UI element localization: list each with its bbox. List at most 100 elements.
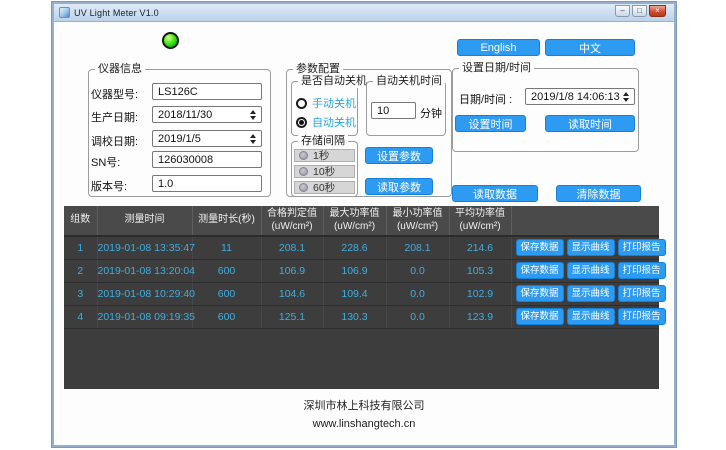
device-info-title: 仪器信息 [95,63,145,76]
show-curve-button[interactable]: 显示曲线 [567,239,615,256]
row-actions: 保存数据显示曲线打印报告 [511,305,659,328]
cell: 2019-01-08 13:20:04 [97,259,192,282]
cell: 0.0 [386,282,449,305]
title-bar[interactable]: UV Light Meter V1.0 – □ × [54,4,674,22]
spinner-arrows-icon[interactable] [248,131,258,146]
client-area: English 中文 仪器信息 仪器型号: LS126C 生产日期: 2018/… [54,22,674,445]
cell: 102.9 [449,282,511,305]
version-label: 版本号: [91,178,127,194]
english-button[interactable]: English [457,39,540,56]
production-date-spinner[interactable]: 2018/11/30 [152,106,262,123]
website-link[interactable]: www.linshangtech.cn [54,418,674,430]
col-header-time: 测量时间 [97,206,192,236]
cell: 600 [192,305,261,328]
cell: 105.3 [449,259,511,282]
app-window: UV Light Meter V1.0 – □ × English 中文 仪器信… [52,2,676,447]
cell: 123.9 [449,305,511,328]
app-icon [59,7,70,18]
print-report-button[interactable]: 打印报告 [618,262,666,279]
maximize-button[interactable]: □ [632,5,647,17]
storage-interval-title: 存储间隔 [298,135,348,148]
minimize-icon: – [620,7,624,15]
cell: 109.4 [323,282,386,305]
window-title: UV Light Meter V1.0 [74,8,159,18]
show-curve-button[interactable]: 显示曲线 [567,262,615,279]
cell: 106.9 [261,259,323,282]
calibration-date-label: 调校日期: [91,133,138,149]
datetime-label: 日期/时间 : [459,91,512,107]
cell: 4 [64,305,97,328]
row-actions: 保存数据显示曲线打印报告 [511,282,659,305]
radio-auto-off[interactable]: 自动关机 [296,114,356,130]
table-header-row: 组数 测量时间 测量时长(秒) 合格判定值(uW/cm²) 最大功率值(uW/c… [64,206,659,236]
cell: 0.0 [386,259,449,282]
save-data-button[interactable]: 保存数据 [516,262,564,279]
radio-disabled-icon [299,167,308,176]
cell: 130.3 [323,305,386,328]
radio-checked-icon[interactable] [296,117,307,128]
show-curve-button[interactable]: 显示曲线 [567,308,615,325]
col-header-actions [511,206,659,236]
cell: 104.6 [261,282,323,305]
cell: 214.6 [449,236,511,259]
row-actions: 保存数据显示曲线打印报告 [511,236,659,259]
calibration-date-spinner[interactable]: 2019/1/5 [152,130,262,147]
radio-disabled-icon [299,151,308,160]
auto-off-time-title: 自动关机时间 [373,75,445,88]
radio-manual-off[interactable]: 手动关机 [296,95,356,111]
print-report-button[interactable]: 打印报告 [618,308,666,325]
cell: 2019-01-08 10:29:40 [97,282,192,305]
cell: 106.9 [323,259,386,282]
spinner-arrows-icon[interactable] [248,107,258,122]
close-icon: × [655,7,660,15]
model-label: 仪器型号: [91,86,138,102]
read-data-button[interactable]: 读取数据 [452,185,538,202]
save-data-button[interactable]: 保存数据 [516,308,564,325]
cell: 11 [192,236,261,259]
radio-interval-60s[interactable]: 60秒 [294,181,355,194]
caption-buttons: – □ × [615,5,666,17]
set-time-button[interactable]: 设置时间 [455,115,526,132]
company-name: 深圳市林上科技有限公司 [54,397,674,413]
spinner-arrows-icon[interactable] [621,89,631,104]
table-row: 1 2019-01-08 13:35:47 11 208.1 228.6 208… [64,236,659,259]
print-report-button[interactable]: 打印报告 [618,285,666,302]
save-data-button[interactable]: 保存数据 [516,239,564,256]
close-button[interactable]: × [649,5,666,17]
version-input[interactable]: 1.0 [152,175,262,192]
model-input[interactable]: LS126C [152,83,262,100]
minutes-label: 分钟 [420,105,442,121]
set-params-button[interactable]: 设置参数 [365,147,433,164]
auto-off-time-input[interactable]: 10 [371,102,416,119]
col-header-max-power: 最大功率值(uW/cm²) [323,206,386,236]
save-data-button[interactable]: 保存数据 [516,285,564,302]
production-date-label: 生产日期: [91,109,138,125]
cell: 3 [64,282,97,305]
cell: 600 [192,259,261,282]
radio-interval-10s[interactable]: 10秒 [294,165,355,178]
sn-input[interactable]: 126030008 [152,151,262,168]
clear-data-button[interactable]: 清除数据 [556,185,641,202]
read-params-button[interactable]: 读取参数 [365,178,433,195]
radio-interval-1s[interactable]: 1秒 [294,149,355,162]
read-time-button[interactable]: 读取时间 [545,115,635,132]
show-curve-button[interactable]: 显示曲线 [567,285,615,302]
datetime-title: 设置日期/时间 [459,62,534,75]
col-header-avg-power: 平均功率值(uW/cm²) [449,206,511,236]
sn-label: SN号: [91,154,120,170]
col-header-group: 组数 [64,206,97,236]
radio-unchecked-icon[interactable] [296,98,307,109]
minimize-button[interactable]: – [615,5,630,17]
cell: 2019-01-08 13:35:47 [97,236,192,259]
print-report-button[interactable]: 打印报告 [618,239,666,256]
col-header-duration: 测量时长(秒) [192,206,261,236]
cell: 208.1 [386,236,449,259]
cell: 2 [64,259,97,282]
col-header-pass-value: 合格判定值(uW/cm²) [261,206,323,236]
cell: 125.1 [261,305,323,328]
cell: 0.0 [386,305,449,328]
maximize-icon: □ [637,7,642,15]
row-actions: 保存数据显示曲线打印报告 [511,259,659,282]
datetime-spinner[interactable]: 2019/1/8 14:06:13 [525,88,635,105]
chinese-button[interactable]: 中文 [545,39,635,56]
